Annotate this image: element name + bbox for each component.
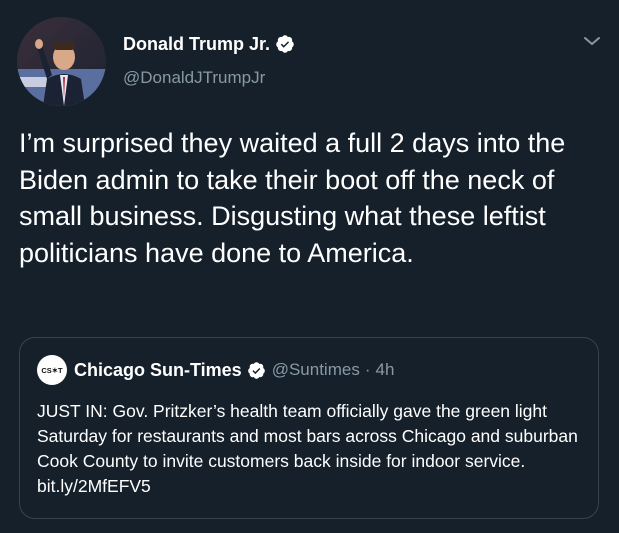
profile-photo xyxy=(17,17,106,106)
tweet[interactable]: Donald Trump Jr. @DonaldJTrumpJr I’m sur… xyxy=(0,0,619,533)
separator-dot: · xyxy=(364,360,371,379)
verified-badge-icon xyxy=(247,361,266,380)
author-row: Donald Trump Jr. xyxy=(123,32,295,56)
quoted-display-name[interactable]: Chicago Sun-Times xyxy=(74,360,242,381)
quoted-tweet-text: JUST IN: Gov. Pritzker’s health team off… xyxy=(37,401,578,496)
display-name[interactable]: Donald Trump Jr. xyxy=(123,34,270,55)
verified-badge-icon xyxy=(275,34,295,54)
author-handle[interactable]: @DonaldJTrumpJr xyxy=(123,68,265,88)
quoted-tweet[interactable]: CS✶T Chicago Sun-Times @Suntimes · 4h JU… xyxy=(19,337,599,519)
sun-times-logo: CS✶T xyxy=(41,366,63,375)
quoted-handle[interactable]: @Suntimes xyxy=(272,360,360,380)
sun-times-logo-text: CS✶T xyxy=(41,366,63,375)
tweet-text: I’m surprised they waited a full 2 days … xyxy=(19,128,566,268)
avatar[interactable] xyxy=(17,17,106,106)
chevron-down-icon[interactable] xyxy=(582,34,602,48)
quoted-avatar[interactable]: CS✶T xyxy=(37,355,67,385)
quoted-tweet-header: CS✶T Chicago Sun-Times @Suntimes · 4h xyxy=(37,355,395,385)
quoted-timestamp[interactable]: 4h xyxy=(376,360,395,380)
